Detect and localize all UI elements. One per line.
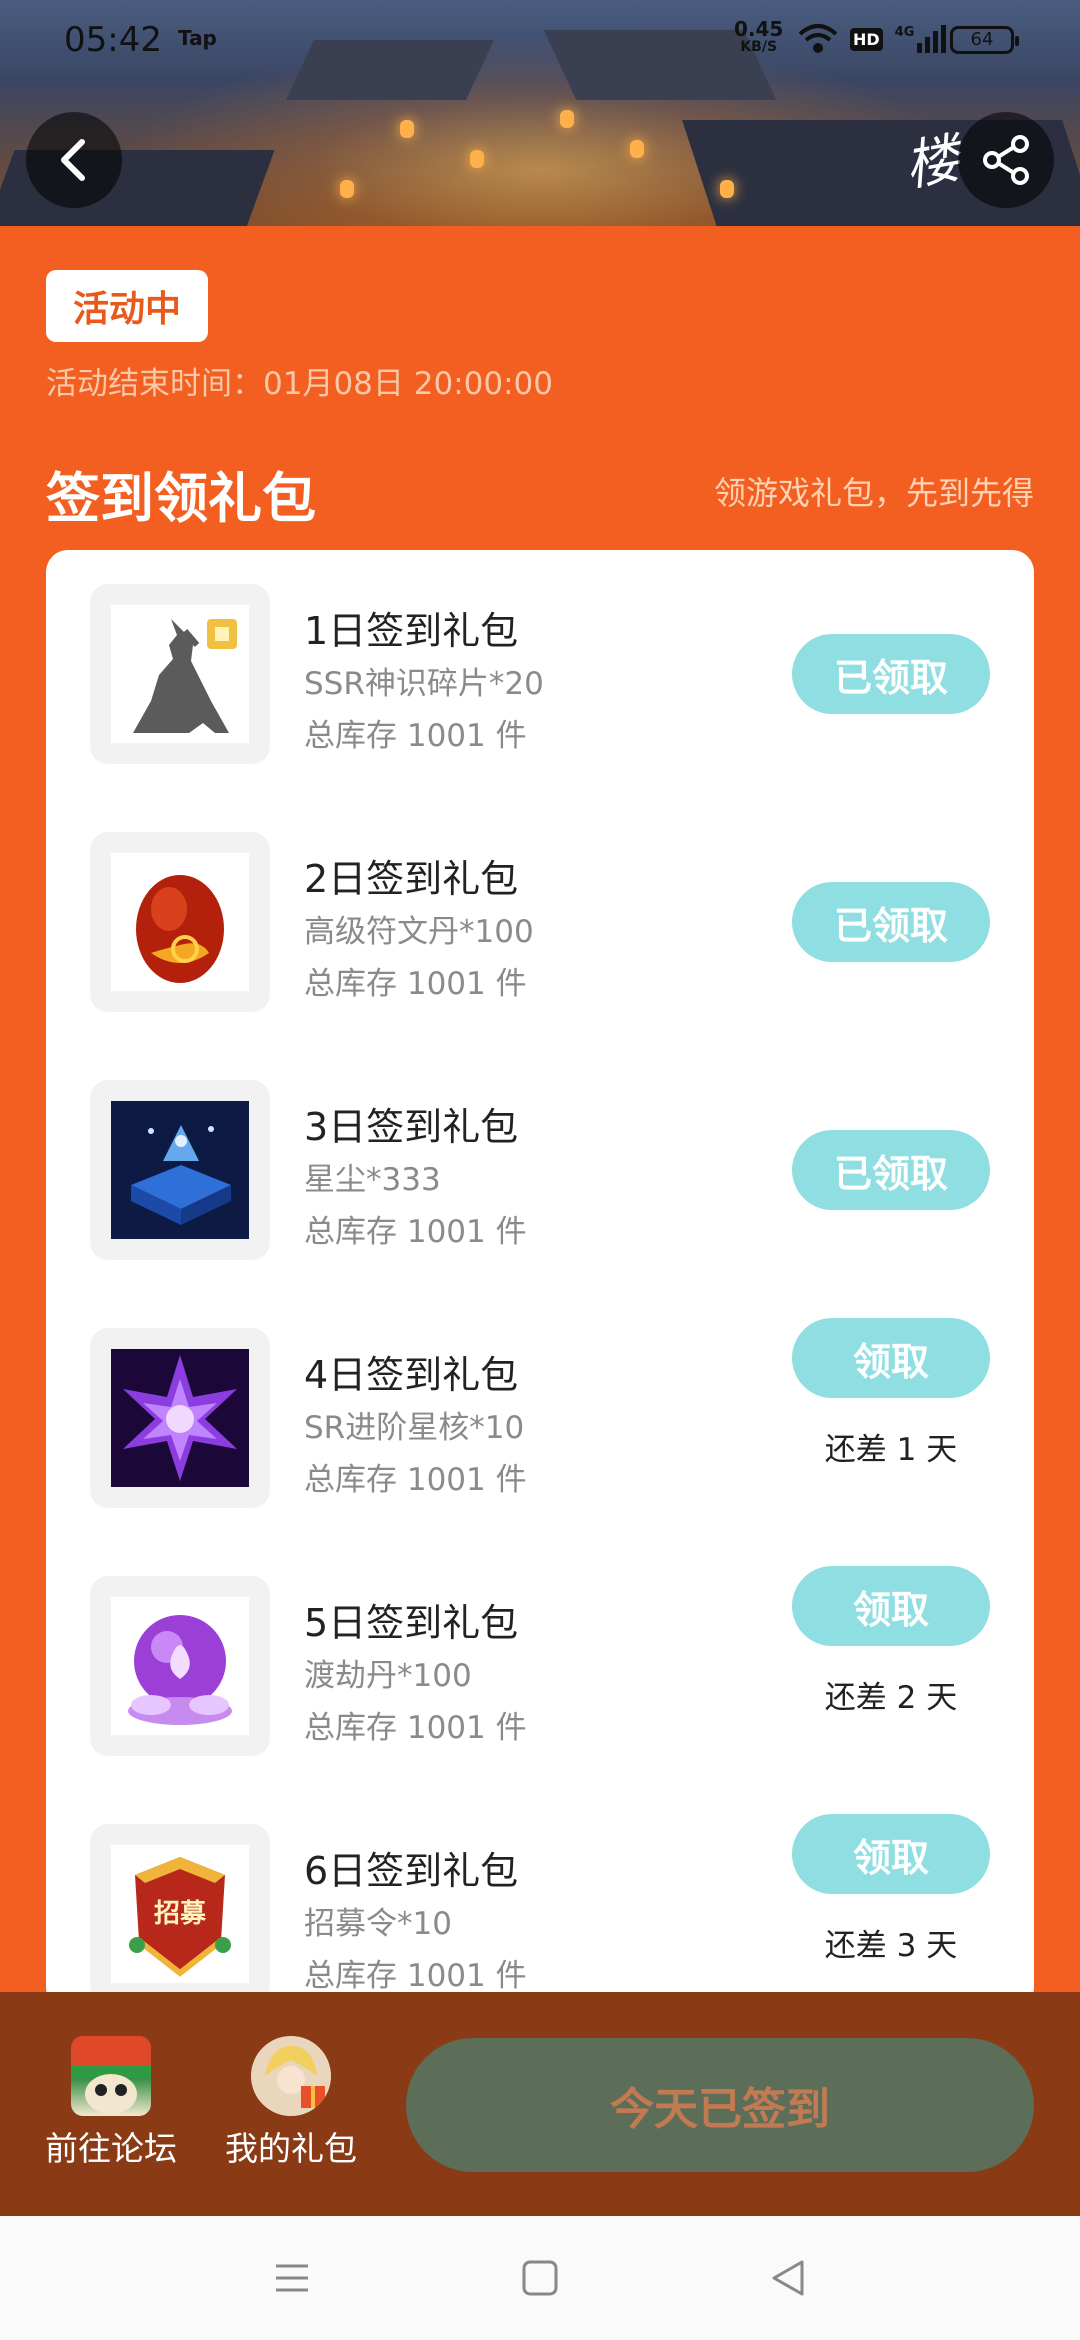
gift-item-day6: 招募 6日签到礼包 招募令*10 总库存 1001 件 领取 还差 3 天 [46, 1790, 1034, 2010]
chevron-left-icon [61, 139, 85, 181]
bottom-action-bar: 前往论坛 我的礼包 今天已签到 [0, 1992, 1080, 2216]
gift-title: 5日签到礼包 [304, 1601, 519, 1645]
gift-title: 3日签到礼包 [304, 1105, 519, 1149]
back-triangle-icon [772, 2260, 804, 2296]
days-remaining: 还差 3 天 [824, 1928, 958, 1964]
section-title: 签到领礼包 [46, 467, 316, 530]
back-button[interactable] [26, 112, 122, 208]
share-button[interactable] [958, 112, 1054, 208]
my-gifts-label: 我的礼包 [225, 2129, 357, 2168]
gift-item-day2: 2日签到礼包 高级符文丹*100 总库存 1001 件 已领取 [46, 798, 1034, 1046]
gift-title: 1日签到礼包 [304, 609, 519, 653]
gift-stock: 总库存 1001 件 [304, 1958, 527, 1994]
my-gifts-link[interactable]: 我的礼包 [216, 2036, 366, 2170]
claimed-button[interactable]: 已领取 [792, 1130, 990, 1210]
speed-value: 0.45 [734, 17, 784, 41]
gift-stock: 总库存 1001 件 [304, 1214, 527, 1250]
gift-description: 星尘*333 [304, 1162, 441, 1198]
network-type-label: 4G [894, 25, 915, 40]
status-time: 05:42 [64, 20, 162, 60]
share-icon [983, 135, 1029, 185]
banner-lamp [470, 150, 484, 168]
system-navigation-bar [0, 2216, 1080, 2340]
claim-button[interactable]: 领取 [792, 1318, 990, 1398]
gift-thumbnail [90, 1576, 270, 1756]
gift-item-day3: 3日签到礼包 星尘*333 总库存 1001 件 已领取 [46, 1046, 1034, 1294]
gift-item-day5: 5日签到礼包 渡劫丹*100 总库存 1001 件 领取 还差 2 天 [46, 1542, 1034, 1790]
gift-description: SSR神识碎片*20 [304, 666, 544, 702]
status-bar: 05:42 Tap 0.45 KB/S HD 4G 64 [0, 0, 1080, 80]
system-back-button[interactable] [768, 2258, 808, 2298]
gift-thumbnail [90, 1328, 270, 1508]
claimed-button[interactable]: 已领取 [792, 634, 990, 714]
forum-link[interactable]: 前往论坛 [36, 2036, 186, 2170]
battery-indicator: 64 [950, 26, 1019, 54]
rune-pill-icon [111, 853, 249, 991]
gift-stock: 总库存 1001 件 [304, 966, 527, 1002]
home-button[interactable] [520, 2258, 560, 2298]
speed-unit: KB/S [740, 39, 778, 55]
recruit-token-label: 招募 [153, 1899, 206, 1929]
claim-button[interactable]: 领取 [792, 1814, 990, 1894]
gift-description: 渡劫丹*100 [304, 1658, 472, 1694]
gift-thumbnail [90, 832, 270, 1012]
gift-description: 高级符文丹*100 [304, 914, 534, 950]
ssr-fragment-icon [111, 605, 249, 743]
banner-lamp [720, 180, 734, 198]
forum-label: 前往论坛 [45, 2129, 177, 2168]
tribulation-pill-icon [111, 1597, 249, 1735]
days-remaining: 还差 1 天 [824, 1432, 958, 1468]
gift-stock: 总库存 1001 件 [304, 718, 527, 754]
status-tap: Tap [178, 26, 217, 50]
my-gifts-icon [251, 2036, 331, 2116]
gift-thumbnail [90, 1080, 270, 1260]
activity-end-time: 活动结束时间：01月08日 20:00:00 [46, 366, 553, 402]
days-remaining: 还差 2 天 [824, 1680, 958, 1716]
signed-today-button[interactable]: 今天已签到 [406, 2038, 1034, 2172]
forum-icon [71, 2036, 151, 2116]
home-square-icon [522, 2260, 558, 2296]
gift-title: 4日签到礼包 [304, 1353, 519, 1397]
stardust-icon [111, 1101, 249, 1239]
gift-thumbnail [90, 584, 270, 764]
banner-lamp [400, 120, 414, 138]
status-icons: HD 4G [798, 22, 947, 56]
star-core-icon [111, 1349, 249, 1487]
gift-item-day4: 4日签到礼包 SR进阶星核*10 总库存 1001 件 领取 还差 1 天 [46, 1294, 1034, 1542]
gift-description: 招募令*10 [304, 1906, 452, 1942]
gift-list-card: 1日签到礼包 SSR神识碎片*20 总库存 1001 件 已领取 2日签到礼包 … [46, 550, 1034, 2010]
banner-lamp [630, 140, 644, 158]
banner-lamp [340, 180, 354, 198]
wifi-icon [798, 24, 838, 53]
menu-icon [276, 2264, 308, 2292]
section-subtitle: 领游戏礼包，先到先得 [713, 474, 1034, 512]
gift-stock: 总库存 1001 件 [304, 1710, 527, 1746]
menu-button[interactable] [272, 2258, 312, 2298]
gift-title: 6日签到礼包 [304, 1849, 519, 1893]
network-speed: 0.45 KB/S [734, 17, 784, 56]
gift-title: 2日签到礼包 [304, 857, 519, 901]
banner-lamp [560, 110, 574, 128]
hd-icon: HD [850, 27, 883, 51]
gift-thumbnail: 招募 [90, 1824, 270, 2004]
gift-description: SR进阶星核*10 [304, 1410, 525, 1446]
recruit-token-icon: 招募 [111, 1845, 249, 1983]
gift-item-day1: 1日签到礼包 SSR神识碎片*20 总库存 1001 件 已领取 [46, 550, 1034, 798]
claim-button[interactable]: 领取 [792, 1566, 990, 1646]
gift-stock: 总库存 1001 件 [304, 1462, 527, 1498]
network-type-icon: 4G [895, 25, 947, 53]
claimed-button[interactable]: 已领取 [792, 882, 990, 962]
activity-status-badge: 活动中 [46, 270, 208, 342]
